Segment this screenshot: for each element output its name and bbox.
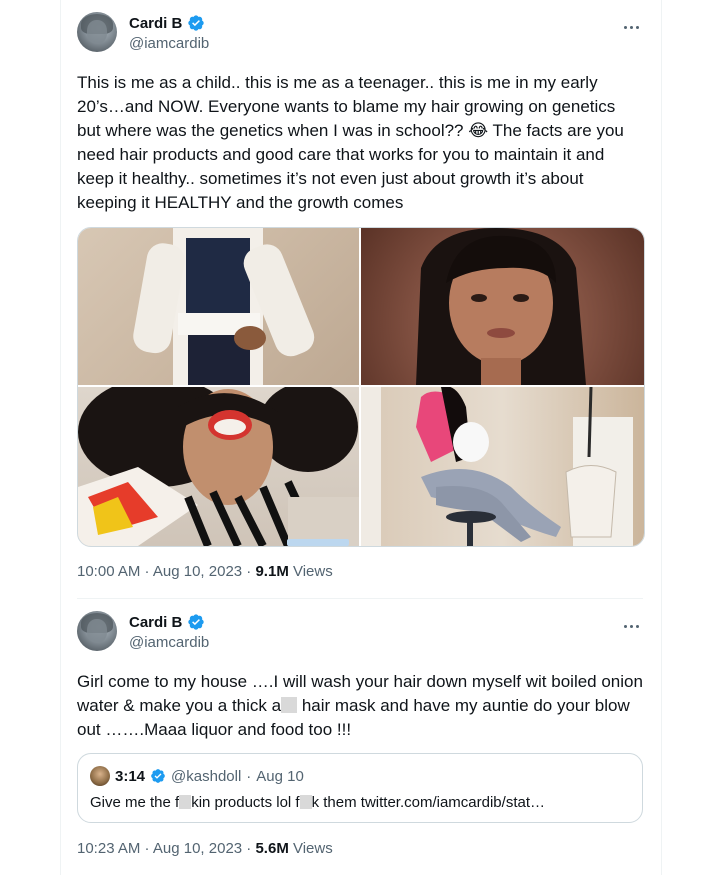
tweet-timestamp[interactable]: 10:00 AM · Aug 10, 2023 · 9.1M Views — [77, 563, 333, 580]
tweet-2[interactable]: Cardi B @iamcardib — [77, 611, 643, 659]
avatar[interactable] — [77, 12, 117, 52]
censor-block — [281, 697, 298, 713]
quoted-tweet[interactable]: 3:14 @kashdoll · Aug 10 Give me the f kin… — [77, 753, 643, 823]
photo-child[interactable] — [78, 228, 359, 385]
timestamp-text[interactable]: 10:00 AM · Aug 10, 2023 · — [77, 563, 255, 580]
author-handle[interactable]: @iamcardib — [129, 634, 209, 651]
author-handle[interactable]: @iamcardib — [129, 35, 209, 52]
quote-text-b: kin products lol f — [191, 794, 300, 811]
photo-child-image — [133, 228, 315, 385]
quote-text: Give me the f kin products lol f k them tw… — [90, 794, 545, 811]
divider — [77, 598, 643, 599]
video-control[interactable] — [287, 539, 349, 546]
quote-text-c: k them twitter.com/iamcardib/stat… — [311, 794, 545, 811]
photo-teenager[interactable] — [361, 228, 644, 385]
quote-author-name: 3:14 — [115, 767, 146, 785]
views-label: Views — [288, 840, 333, 857]
timestamp-text[interactable]: 10:23 AM · Aug 10, 2023 · — [77, 840, 255, 857]
photo-early-20s-image — [78, 387, 359, 546]
quote-separator: · — [246, 767, 252, 785]
more-options-icon[interactable] — [619, 617, 643, 635]
author-name[interactable]: Cardi B — [129, 15, 182, 32]
quote-date: Aug 10 — [256, 767, 304, 785]
views-count: 5.6M — [255, 840, 289, 857]
more-options-icon[interactable] — [619, 18, 643, 36]
tweet-1[interactable]: Cardi B @iamcardib — [77, 12, 643, 60]
tweet-text: This is me as a child.. this is me as a … — [77, 73, 624, 212]
photo-early-20s[interactable] — [78, 387, 359, 546]
verified-badge-icon — [151, 769, 165, 783]
quote-avatar — [90, 766, 110, 786]
photo-now[interactable] — [361, 387, 644, 546]
quote-author-handle: @kashdoll — [171, 767, 242, 785]
views-label: Views — [288, 563, 333, 580]
views-count: 9.1M — [255, 563, 289, 580]
censor-block — [299, 795, 312, 809]
quote-text-a: Give me the f — [90, 794, 180, 811]
tweet-header: Cardi B @iamcardib — [77, 12, 643, 60]
photo-now-image — [361, 387, 633, 546]
tweet-text: Girl come to my house ….I will wash your… — [77, 670, 643, 742]
censor-block — [179, 795, 192, 809]
tweet-header: Cardi B @iamcardib — [77, 611, 643, 659]
author-name[interactable]: Cardi B — [129, 614, 182, 631]
verified-badge-icon — [188, 15, 205, 31]
photo-teenager-image — [416, 228, 586, 385]
verified-badge-icon — [188, 614, 205, 630]
media-grid[interactable] — [77, 227, 645, 547]
avatar[interactable] — [77, 611, 117, 651]
tweet-timestamp[interactable]: 10:23 AM · Aug 10, 2023 · 5.6M Views — [77, 840, 333, 857]
